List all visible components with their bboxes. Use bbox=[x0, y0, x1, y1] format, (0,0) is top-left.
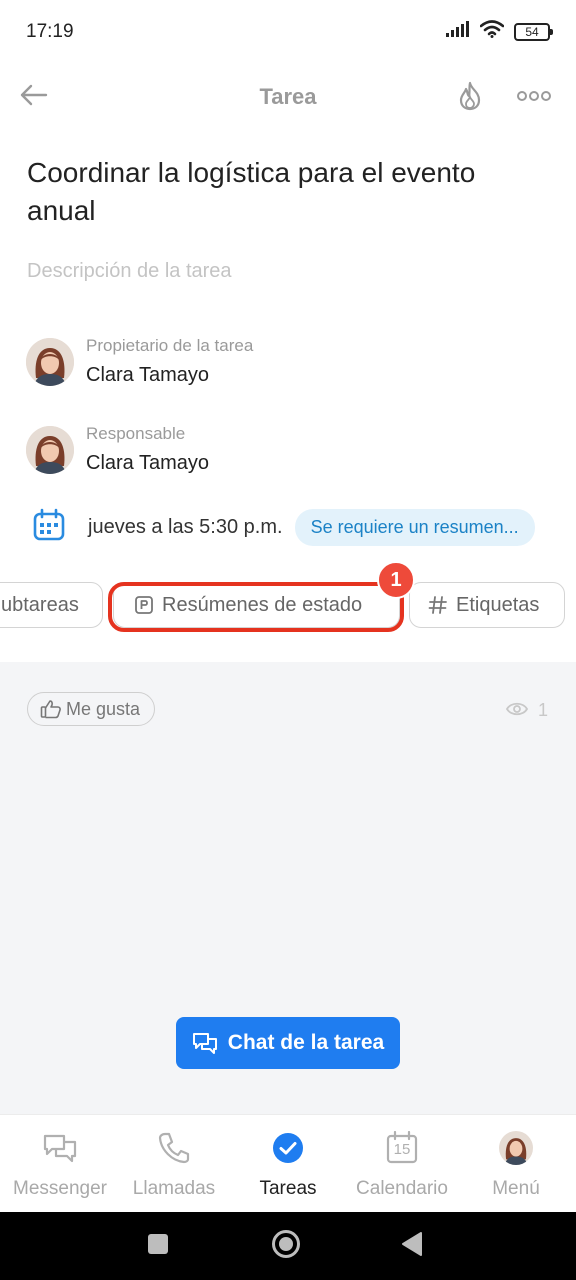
status-bar: 17:19 54 bbox=[0, 0, 576, 64]
back-nav-button[interactable] bbox=[392, 1226, 432, 1266]
system-navigation-bar bbox=[0, 1212, 576, 1280]
nav-item-tasks[interactable]: Tareas bbox=[228, 1115, 348, 1213]
flame-icon bbox=[458, 81, 482, 116]
subtasks-label: ubtareas bbox=[1, 593, 79, 616]
nav-item-calls[interactable]: Llamadas bbox=[114, 1115, 234, 1213]
more-button[interactable] bbox=[514, 78, 554, 118]
status-summaries-chip[interactable]: Resúmenes de estado bbox=[113, 582, 400, 628]
more-dots-icon bbox=[517, 89, 551, 107]
triangle-back-icon bbox=[400, 1231, 424, 1262]
recents-button[interactable] bbox=[138, 1226, 178, 1266]
views-count: 1 bbox=[537, 700, 548, 720]
summary-icon bbox=[134, 595, 154, 615]
signal-icon bbox=[446, 21, 470, 42]
header: Tarea bbox=[0, 64, 576, 130]
status-time: 17:19 bbox=[26, 21, 74, 42]
task-chat-button[interactable]: Chat de la tarea bbox=[176, 1017, 400, 1069]
deadline-text: jueves a las 5:30 p.m. bbox=[88, 515, 283, 538]
nav-item-messenger[interactable]: Messenger bbox=[0, 1115, 120, 1213]
task-responsible[interactable]: Responsable Clara Tamayo bbox=[26, 422, 209, 478]
views-counter: 1 bbox=[505, 700, 548, 721]
task-sections-bar: ubtareas Resúmenes de estado Etiquetas bbox=[0, 582, 576, 630]
avatar bbox=[26, 338, 74, 386]
like-button[interactable]: Me gusta bbox=[27, 692, 156, 726]
nav-item-menu[interactable]: Menú bbox=[456, 1115, 576, 1213]
owner-label: Propietario de la tarea bbox=[86, 336, 254, 355]
nav-label-tasks: Tareas bbox=[259, 1178, 317, 1199]
calendar-day-number: 15 bbox=[393, 1141, 411, 1158]
chat-bubbles-icon bbox=[192, 1031, 218, 1055]
home-circle-icon bbox=[271, 1229, 301, 1264]
nav-label-calls: Llamadas bbox=[132, 1178, 216, 1199]
phone-icon bbox=[157, 1131, 191, 1165]
nav-item-calendar[interactable]: 15 Calendario bbox=[342, 1115, 462, 1213]
nav-label-messenger: Messenger bbox=[13, 1178, 107, 1199]
calendar-icon bbox=[32, 508, 66, 547]
battery-icon: 54 bbox=[514, 22, 553, 41]
nav-label-calendar: Calendario bbox=[356, 1178, 448, 1199]
step-number-badge: 1 bbox=[377, 561, 415, 599]
bottom-navigation: Messenger Llamadas Tareas 15 Calendario bbox=[0, 1114, 576, 1212]
hashtag-icon bbox=[428, 595, 448, 615]
summary-required-badge[interactable]: Se requiere un resumen... bbox=[294, 508, 535, 546]
calendar-day-icon: 15 bbox=[385, 1131, 419, 1165]
important-button[interactable] bbox=[450, 78, 490, 118]
like-label: Me gusta bbox=[66, 698, 141, 719]
tags-chip[interactable]: Etiquetas bbox=[409, 582, 565, 628]
avatar bbox=[26, 426, 74, 474]
task-title[interactable]: Coordinar la logística para el evento an… bbox=[27, 154, 547, 230]
task-chat-label: Chat de la tarea bbox=[227, 1031, 385, 1054]
nav-label-menu: Menú bbox=[492, 1178, 540, 1199]
square-icon bbox=[147, 1233, 169, 1260]
check-circle-icon bbox=[271, 1131, 305, 1165]
owner-name: Clara Tamayo bbox=[86, 364, 210, 386]
wifi-icon bbox=[479, 20, 505, 43]
avatar bbox=[499, 1131, 533, 1165]
task-description-field[interactable]: Descripción de la tarea bbox=[27, 260, 232, 283]
eye-icon bbox=[505, 700, 529, 721]
status-summaries-label: Resúmenes de estado bbox=[162, 593, 363, 616]
messenger-icon bbox=[42, 1131, 78, 1165]
status-icons: 54 bbox=[446, 20, 553, 43]
task-owner[interactable]: Propietario de la tarea Clara Tamayo bbox=[26, 334, 253, 390]
home-button[interactable] bbox=[266, 1226, 306, 1266]
thumbs-up-icon bbox=[40, 699, 62, 719]
tags-label: Etiquetas bbox=[456, 593, 540, 616]
responsible-label: Responsable bbox=[86, 424, 186, 443]
deadline-row[interactable]: jueves a las 5:30 p.m. Se requiere un re… bbox=[32, 508, 535, 546]
responsible-name: Clara Tamayo bbox=[86, 452, 210, 474]
subtasks-chip[interactable]: ubtareas bbox=[0, 582, 103, 628]
